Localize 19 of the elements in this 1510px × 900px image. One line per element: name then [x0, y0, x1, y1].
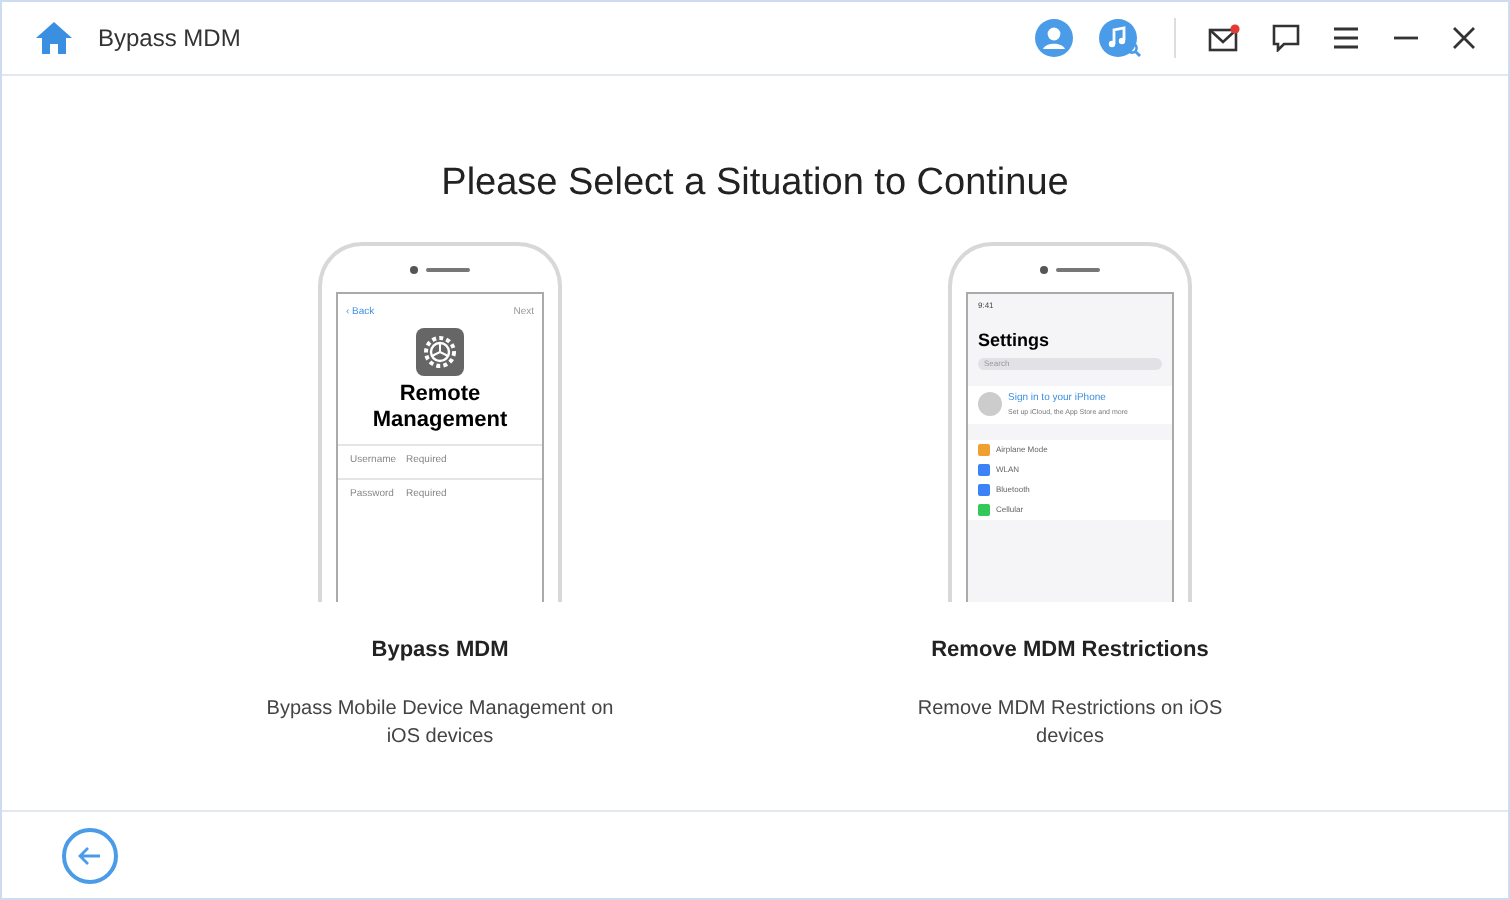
back-button[interactable] — [62, 827, 118, 883]
option-description: Bypass Mobile Device Management on iOS devices — [264, 696, 616, 752]
window-title: Bypass MDM — [98, 22, 241, 56]
menu-icon[interactable] — [1332, 26, 1360, 50]
arrow-left-icon — [78, 845, 102, 865]
option-title: Remove MDM Restrictions — [931, 635, 1209, 665]
close-icon[interactable] — [1452, 26, 1476, 50]
screen-title: Remote Management — [370, 382, 510, 434]
screen-title: Settings — [976, 327, 1052, 354]
option-description: Remove MDM Restrictions on iOS devices — [915, 696, 1225, 752]
music-search-icon[interactable] — [1098, 18, 1142, 58]
chat-icon[interactable] — [1272, 24, 1300, 52]
page-heading: Please Select a Situation to Continue — [441, 160, 1069, 208]
mail-icon[interactable] — [1208, 24, 1240, 52]
option-title: Bypass MDM — [371, 635, 509, 665]
user-icon[interactable] — [1034, 18, 1074, 58]
gear-icon — [416, 328, 464, 376]
avatar-placeholder — [978, 392, 1002, 417]
home-icon[interactable] — [34, 20, 74, 56]
